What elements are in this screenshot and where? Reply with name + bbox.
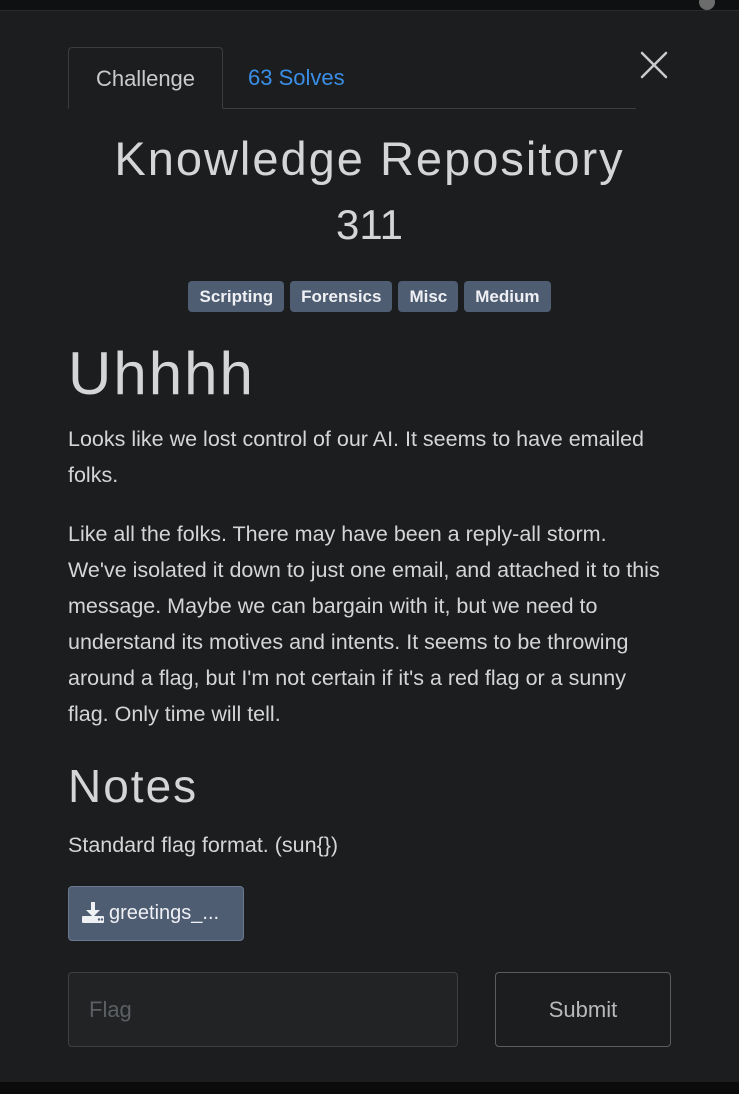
notes-heading: Notes <box>68 760 199 812</box>
submit-button[interactable]: Submit <box>495 972 671 1047</box>
tab-solves[interactable]: 63 Solves <box>224 47 369 108</box>
challenge-modal: Challenge 63 Solves Knowledge Repository… <box>0 10 739 1083</box>
close-icon <box>640 51 668 79</box>
avatar <box>699 0 715 10</box>
bottom-strip <box>0 1082 739 1094</box>
tag-scripting: Scripting <box>188 281 285 312</box>
close-button[interactable] <box>638 49 670 81</box>
challenge-title: Knowledge Repository <box>114 132 625 185</box>
top-bar <box>0 0 739 10</box>
tab-challenge[interactable]: Challenge <box>68 47 223 109</box>
attachment-filename: greetings_... <box>109 902 220 924</box>
challenge-points: 311 <box>336 201 403 248</box>
tag-forensics: Forensics <box>290 281 393 312</box>
tag-medium: Medium <box>464 281 551 312</box>
download-icon <box>82 901 104 923</box>
description-heading: Uhhhh <box>68 340 255 407</box>
flag-input[interactable] <box>68 972 458 1047</box>
modal-tabs: Challenge 63 Solves <box>68 47 636 109</box>
description-paragraph: Like all the folks. There may have been … <box>68 522 660 726</box>
attachment-download-button[interactable]: greetings_... <box>68 886 244 941</box>
notes-text: Standard flag format. (sun{}) <box>68 833 339 857</box>
tag-list: Scripting Forensics Misc Medium <box>0 281 739 312</box>
description-paragraph: Looks like we lost control of our AI. It… <box>68 427 645 487</box>
tag-misc: Misc <box>398 281 459 312</box>
